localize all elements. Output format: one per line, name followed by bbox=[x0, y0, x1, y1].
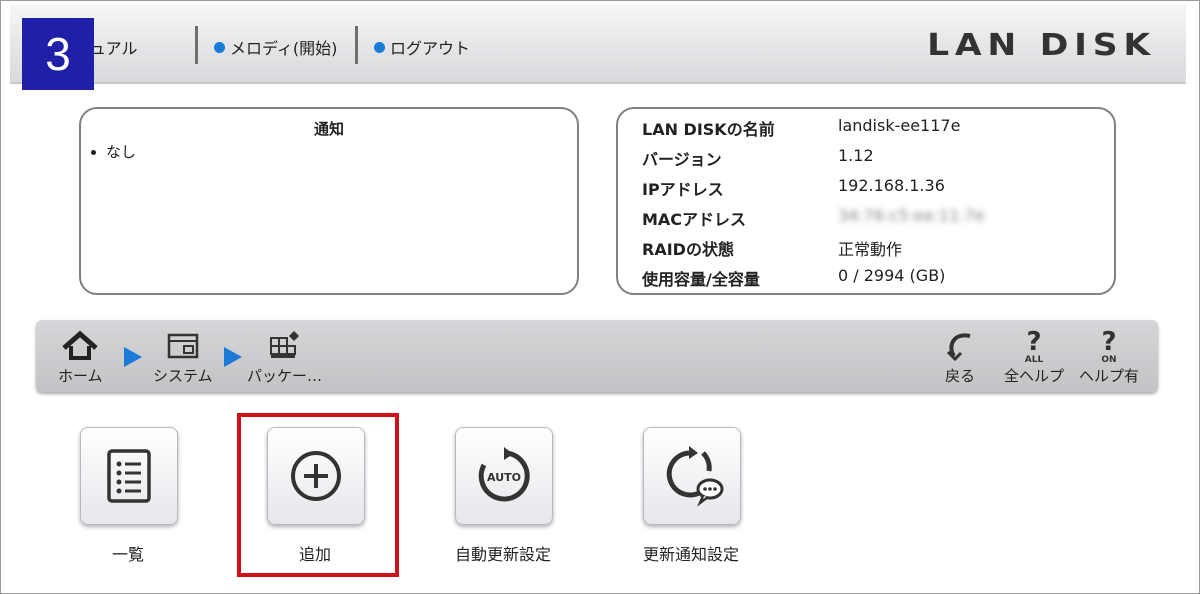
status-value: 1.12 bbox=[838, 146, 874, 165]
status-row: 使用容量/全容量 0 / 2994 (GB) bbox=[642, 266, 945, 290]
status-row: バージョン 1.12 bbox=[642, 146, 874, 170]
tile-label: 更新通知設定 bbox=[642, 545, 740, 564]
help-on-icon: ? ON bbox=[1101, 328, 1116, 364]
list-icon bbox=[107, 449, 151, 503]
update-notify-icon bbox=[666, 446, 724, 507]
back-arrow-icon bbox=[946, 333, 971, 362]
step-number-badge: 3 bbox=[22, 18, 94, 90]
status-row: RAIDの状態 正常動作 bbox=[642, 236, 902, 260]
notice-item: なし bbox=[106, 143, 137, 161]
status-label: バージョン bbox=[642, 150, 722, 169]
lan-disk-logo: LAN DISK bbox=[927, 28, 1156, 63]
toolbar-action-label: ヘルプ有 bbox=[1079, 367, 1140, 385]
manual-link-label[interactable]: ュアル bbox=[90, 35, 138, 59]
status-label: RAIDの状態 bbox=[642, 240, 734, 259]
highlight-box bbox=[237, 413, 399, 577]
header-bar: ュアル メロディ(開始) ログアウト LAN DISK bbox=[10, 4, 1186, 84]
status-row: MACアドレス 34:76:c5:ee:11:7e bbox=[642, 206, 985, 230]
header-divider bbox=[355, 26, 358, 64]
status-label: IPアドレス bbox=[642, 180, 724, 199]
toolbar-action-label: 戻る bbox=[944, 367, 975, 385]
home-icon bbox=[62, 330, 98, 360]
status-value: 0 / 2994 (GB) bbox=[838, 266, 946, 285]
breadcrumb-label: システム bbox=[153, 367, 213, 385]
tile-label: 一覧 bbox=[111, 545, 145, 564]
svg-text:?: ? bbox=[1026, 328, 1041, 357]
help-all-sub-label: ALL bbox=[1025, 355, 1044, 364]
mac-address-value: 34:76:c5:ee:11:7e bbox=[838, 206, 985, 225]
bullet-icon bbox=[91, 150, 96, 155]
breadcrumb-toolbar: ホーム システム パッケー… 戻る ? ALL 全ヘルプ ? ON ヘルプ有 bbox=[36, 320, 1158, 392]
tile-box bbox=[80, 427, 178, 525]
help-all-button[interactable]: ? ALL 全ヘルプ bbox=[1004, 328, 1064, 386]
auto-update-icon: AUTO bbox=[478, 447, 530, 502]
help-on-sub-label: ON bbox=[1101, 355, 1116, 364]
breadcrumb-label: パッケー… bbox=[247, 367, 323, 385]
header-divider bbox=[195, 26, 198, 64]
help-all-icon: ? ALL bbox=[1025, 328, 1044, 364]
status-value: 正常動作 bbox=[838, 240, 903, 259]
status-label: 使用容量/全容量 bbox=[642, 270, 760, 289]
tile-box: AUTO bbox=[455, 427, 553, 525]
status-panel: LAN DISKの名前 landisk-ee117e バージョン 1.12 IP… bbox=[616, 107, 1116, 295]
update-notify-tile-button[interactable] bbox=[643, 427, 741, 525]
melody-link[interactable]: メロディ(開始) bbox=[214, 35, 337, 59]
manual-link[interactable]: ュアル bbox=[90, 34, 138, 60]
screenshot-frame bbox=[0, 0, 1200, 594]
breadcrumb-home[interactable]: ホーム bbox=[58, 328, 103, 386]
list-tile-button[interactable] bbox=[80, 427, 178, 525]
bullet-dot-icon bbox=[374, 41, 385, 53]
breadcrumb-system[interactable]: システム bbox=[153, 328, 213, 386]
notice-panel: 通知 なし bbox=[79, 107, 579, 295]
bullet-dot-icon bbox=[214, 41, 225, 53]
breadcrumb-arrow-icon bbox=[124, 347, 142, 367]
breadcrumb-label: ホーム bbox=[58, 367, 103, 385]
help-on-button[interactable]: ? ON ヘルプ有 bbox=[1079, 328, 1139, 386]
status-value: landisk-ee117e bbox=[838, 116, 961, 135]
svg-text:?: ? bbox=[1101, 328, 1116, 357]
logout-link[interactable]: ログアウト bbox=[374, 35, 470, 59]
status-row: LAN DISKの名前 landisk-ee117e bbox=[642, 116, 960, 140]
tile-box bbox=[643, 427, 741, 525]
auto-badge-text: AUTO bbox=[487, 471, 521, 484]
back-button[interactable]: 戻る bbox=[940, 328, 980, 386]
status-value: 192.168.1.36 bbox=[838, 176, 945, 195]
melody-link-label: メロディ(開始) bbox=[230, 39, 338, 58]
breadcrumb-package[interactable]: パッケー… bbox=[247, 328, 322, 386]
status-row: IPアドレス 192.168.1.36 bbox=[642, 176, 945, 200]
notice-title: 通知 bbox=[313, 120, 344, 138]
breadcrumb-arrow-icon bbox=[224, 347, 242, 367]
auto-update-tile-button[interactable]: AUTO bbox=[455, 427, 553, 525]
system-window-icon bbox=[167, 333, 199, 359]
tile-label: 自動更新設定 bbox=[454, 545, 552, 564]
package-icon bbox=[269, 331, 299, 358]
notice-list: なし bbox=[91, 141, 136, 162]
logout-link-label: ログアウト bbox=[390, 39, 471, 58]
toolbar-action-label: 全ヘルプ bbox=[1004, 367, 1065, 385]
status-label: LAN DISKの名前 bbox=[642, 120, 775, 139]
status-label: MACアドレス bbox=[642, 210, 747, 229]
